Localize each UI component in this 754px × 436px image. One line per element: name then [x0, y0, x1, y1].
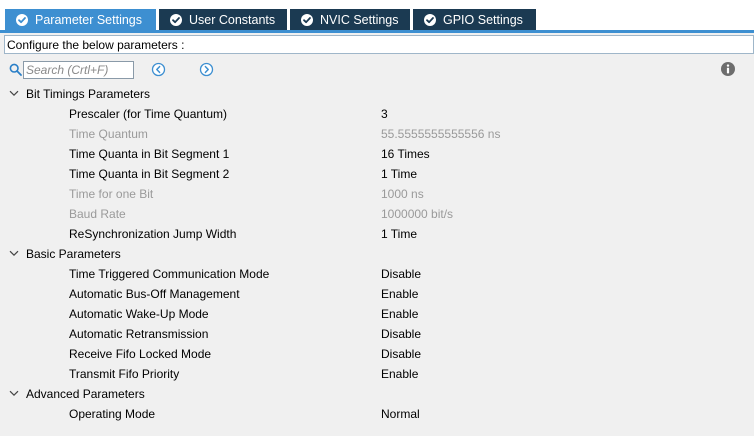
param-label: Automatic Bus-Off Management [69, 287, 240, 301]
param-row-fifo-locked-mode[interactable]: Receive Fifo Locked Mode Disable [0, 344, 754, 364]
param-label: Transmit Fifo Priority [69, 367, 180, 381]
param-row-bit-segment-1[interactable]: Time Quanta in Bit Segment 1 16 Times [0, 144, 754, 164]
group-label: Basic Parameters [26, 247, 121, 261]
param-row-time-triggered-mode[interactable]: Time Triggered Communication Mode Disabl… [0, 264, 754, 284]
tab-parameter-settings[interactable]: Parameter Settings [5, 9, 156, 30]
param-label: Receive Fifo Locked Mode [69, 347, 212, 361]
param-value: 1000000 bit/s [381, 207, 454, 221]
param-label: Operating Mode [69, 407, 156, 421]
tab-underline [0, 30, 754, 33]
param-value[interactable]: 1 Time [381, 164, 417, 184]
tab-label: GPIO Settings [443, 12, 523, 27]
param-value[interactable]: 1 Time [381, 224, 417, 244]
param-label: ReSynchronization Jump Width [69, 227, 237, 241]
arrow-left-circle-icon[interactable] [151, 62, 166, 77]
tab-label: User Constants [189, 12, 276, 27]
chevron-down-icon[interactable] [9, 390, 19, 397]
param-label: Time for one Bit [69, 187, 154, 201]
param-value[interactable]: Normal [381, 404, 420, 424]
param-row-operating-mode[interactable]: Operating Mode Normal [0, 404, 754, 424]
param-value: 1000 ns [381, 187, 424, 201]
param-label: Time Quanta in Bit Segment 2 [69, 167, 230, 181]
param-value[interactable]: Disable [381, 324, 421, 344]
param-label: Automatic Retransmission [69, 327, 209, 341]
tab-user-constants[interactable]: User Constants [159, 9, 287, 30]
group-label: Advanced Parameters [26, 387, 145, 401]
group-basic-parameters[interactable]: Basic Parameters [0, 244, 754, 264]
info-icon[interactable] [720, 61, 736, 77]
config-header-text: Configure the below parameters : [7, 37, 185, 52]
group-bit-timings[interactable]: Bit Timings Parameters [0, 84, 754, 104]
search-input[interactable] [23, 61, 134, 79]
check-circle-icon [424, 13, 436, 26]
param-value[interactable]: Enable [381, 284, 418, 304]
chevron-down-icon[interactable] [9, 250, 19, 257]
group-advanced-parameters[interactable]: Advanced Parameters [0, 384, 754, 404]
param-label: Time Quanta in Bit Segment 1 [69, 147, 230, 161]
param-row-time-for-one-bit: Time for one Bit 1000 ns [0, 184, 754, 204]
config-header: Configure the below parameters : [4, 35, 754, 54]
param-row-retransmission[interactable]: Automatic Retransmission Disable [0, 324, 754, 344]
param-row-time-quantum: Time Quantum 55.5555555555556 ns [0, 124, 754, 144]
param-value[interactable]: Disable [381, 264, 421, 284]
param-value: 55.5555555555556 ns [381, 127, 501, 141]
param-label: Prescaler (for Time Quantum) [69, 107, 228, 121]
param-value[interactable]: 16 Times [381, 144, 430, 164]
param-value[interactable]: Enable [381, 364, 418, 384]
tab-label: Parameter Settings [35, 12, 142, 27]
param-value[interactable]: 3 [381, 104, 388, 124]
search-icon [9, 63, 22, 76]
check-circle-icon [170, 13, 182, 26]
chevron-down-icon[interactable] [9, 90, 19, 97]
param-value[interactable]: Enable [381, 304, 418, 324]
param-row-resync-jump-width[interactable]: ReSynchronization Jump Width 1 Time [0, 224, 754, 244]
check-circle-icon [16, 13, 28, 26]
param-row-bus-off-management[interactable]: Automatic Bus-Off Management Enable [0, 284, 754, 304]
param-label: Automatic Wake-Up Mode [69, 307, 209, 321]
tab-gpio-settings[interactable]: GPIO Settings [413, 9, 536, 30]
check-circle-icon [301, 13, 313, 26]
group-label: Bit Timings Parameters [26, 87, 151, 101]
param-row-fifo-priority[interactable]: Transmit Fifo Priority Enable [0, 364, 754, 384]
param-label: Time Triggered Communication Mode [69, 267, 270, 281]
search-row [0, 60, 754, 82]
param-row-bit-segment-2[interactable]: Time Quanta in Bit Segment 2 1 Time [0, 164, 754, 184]
param-row-prescaler[interactable]: Prescaler (for Time Quantum) 3 [0, 104, 754, 124]
tab-nvic-settings[interactable]: NVIC Settings [290, 9, 410, 30]
arrow-right-circle-icon[interactable] [199, 62, 214, 77]
param-label: Time Quantum [69, 127, 148, 141]
param-value[interactable]: Disable [381, 344, 421, 364]
param-row-baud-rate: Baud Rate 1000000 bit/s [0, 204, 754, 224]
param-label: Baud Rate [69, 207, 126, 221]
param-row-wake-up-mode[interactable]: Automatic Wake-Up Mode Enable [0, 304, 754, 324]
tab-label: NVIC Settings [320, 12, 399, 27]
tab-bar: Parameter Settings User Constants NVIC S… [0, 0, 754, 30]
